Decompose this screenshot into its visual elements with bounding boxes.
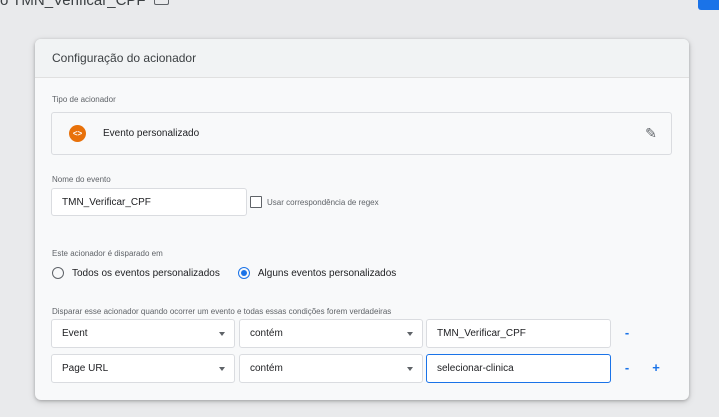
event-name-input[interactable]: TMN_Verificar_CPF xyxy=(51,188,247,216)
condition-2-operator-select[interactable]: contém xyxy=(239,354,423,383)
regex-checkbox-row[interactable]: Usar correspondência de regex xyxy=(250,196,379,208)
top-bar: o TMN_Verificar_CPF xyxy=(0,0,719,10)
radio-all-events[interactable] xyxy=(52,267,64,279)
regex-label: Usar correspondência de regex xyxy=(267,197,379,207)
condition-2-variable: Page URL xyxy=(62,363,109,374)
condition-2-operator: contém xyxy=(250,363,283,374)
chevron-down-icon xyxy=(407,366,413,371)
condition-1-variable-select[interactable]: Event xyxy=(51,319,235,348)
radio-all-events-label[interactable]: Todos os eventos personalizados xyxy=(72,268,220,279)
radio-some-events[interactable] xyxy=(237,267,250,279)
condition-1-operator: contém xyxy=(250,328,283,339)
chevron-down-icon xyxy=(219,331,225,336)
pencil-icon[interactable]: ✎ xyxy=(643,125,659,141)
fires-on-radio-group: Todos os eventos personalizados Alguns e… xyxy=(52,267,414,279)
condition-2-value-input[interactable]: selecionar-clinica xyxy=(426,354,611,383)
chevron-down-icon xyxy=(407,331,413,336)
conditions-label: Disparar esse acionador quando ocorrer u… xyxy=(52,307,392,316)
condition-1-variable: Event xyxy=(62,328,88,339)
condition-1-value-input[interactable]: TMN_Verificar_CPF xyxy=(426,319,611,348)
trigger-type-name: Evento personalizado xyxy=(103,128,200,139)
event-name-label: Nome do evento xyxy=(52,175,111,184)
condition-2-variable-select[interactable]: Page URL xyxy=(51,354,235,383)
condition-2-remove-button[interactable]: - xyxy=(621,361,633,374)
regex-checkbox[interactable] xyxy=(250,196,262,208)
trigger-type-label: Tipo de acionador xyxy=(52,95,116,104)
condition-1-operator-select[interactable]: contém xyxy=(239,319,423,348)
fires-on-label: Este acionador é disparado em xyxy=(52,249,163,258)
trigger-configuration-card: Configuração do acionador Tipo de aciona… xyxy=(35,39,689,400)
chevron-down-icon xyxy=(219,366,225,371)
condition-1-remove-button[interactable]: - xyxy=(621,326,633,339)
condition-2-add-button[interactable]: + xyxy=(650,361,662,374)
breadcrumb: o TMN_Verificar_CPF xyxy=(0,0,146,9)
radio-some-events-label[interactable]: Alguns eventos personalizados xyxy=(258,268,396,279)
card-title: Configuração do acionador xyxy=(35,39,689,78)
save-button[interactable] xyxy=(698,0,719,10)
folder-icon[interactable] xyxy=(154,0,169,5)
trigger-type-selector[interactable]: <> Evento personalizado ✎ xyxy=(51,112,672,155)
custom-event-icon: <> xyxy=(69,125,86,142)
